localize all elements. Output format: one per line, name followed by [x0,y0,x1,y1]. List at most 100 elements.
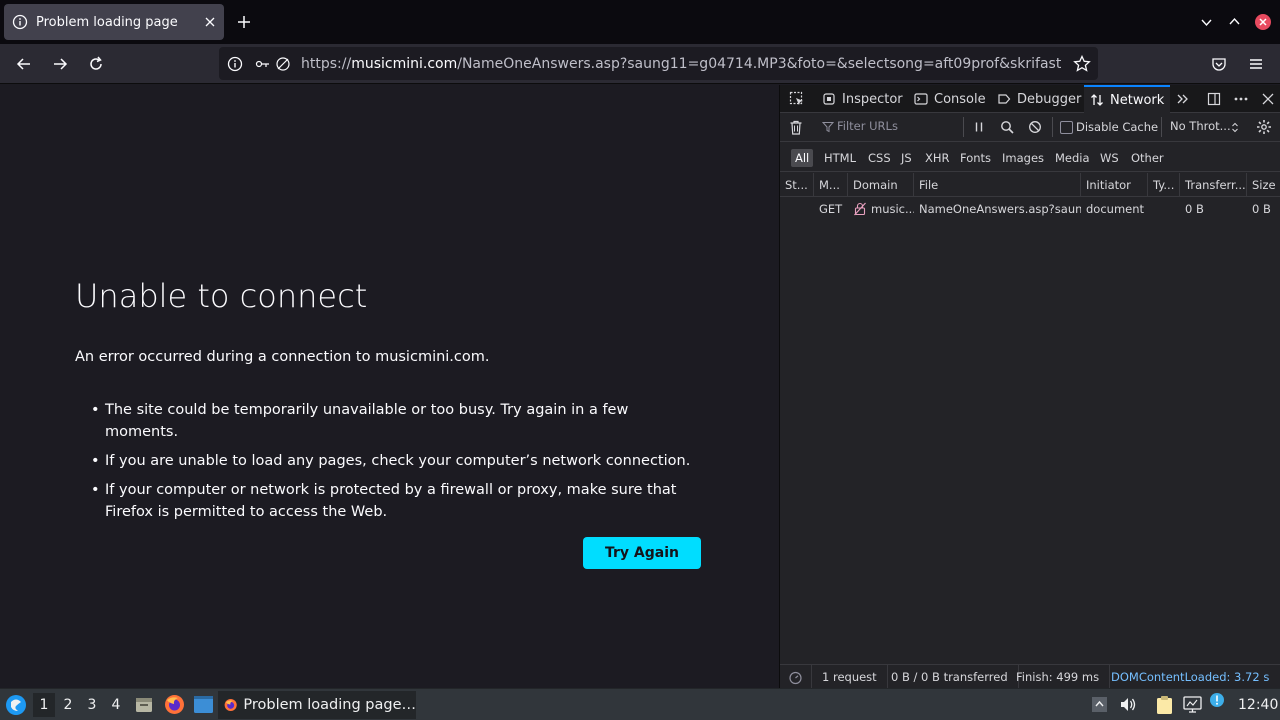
url-text: https://musicmini.com/NameOneAnswers.asp… [301,55,1061,72]
column-domain[interactable]: Domain [848,173,914,197]
devtools-panel: Inspector Console Debugger Network Filte… [779,85,1280,689]
table-row[interactable]: GET music... NameOneAnswers.asp?saung1 d… [780,197,1280,221]
workspace-4[interactable]: 4 [105,693,127,717]
performance-stopwatch-icon[interactable] [780,665,812,689]
taskbar-task-firefox[interactable]: Problem loading page… [218,691,416,719]
type-filter-all[interactable]: All [791,149,814,167]
column-size[interactable]: Size [1247,173,1280,197]
firefox-icon [224,698,237,712]
finish-time: Finish: 499 ms [1006,665,1111,689]
cell-method: GET [819,202,843,216]
taskbar-clock[interactable]: 12:40 [1238,693,1278,717]
type-filter-images[interactable]: Images [998,149,1048,167]
type-filter-media[interactable]: Media [1051,149,1094,167]
tab-title: Problem loading page [36,14,178,30]
chevron-up-icon[interactable] [1228,15,1241,28]
transferred-summary: 0 B / 0 B transferred [881,665,1019,689]
pause-icon[interactable] [973,121,985,133]
block-icon[interactable] [1028,120,1042,134]
type-filter-fonts[interactable]: Fonts [956,149,995,167]
chevron-down-icon[interactable] [1200,16,1213,29]
page-content: Unable to connect An error occurred duri… [0,85,779,688]
column-type[interactable]: Ty... [1148,173,1180,197]
type-filter-js[interactable]: JS [897,149,916,167]
element-picker-icon[interactable] [789,91,805,107]
column-file[interactable]: File [914,173,1081,197]
dom-content-loaded: DOMContentLoaded: 3.72 s [1111,670,1270,684]
tab-active[interactable]: Problem loading page [4,4,224,40]
debugger-icon [998,94,1011,104]
column-status[interactable]: St... [780,173,814,197]
menu-hamburger-icon[interactable] [1248,56,1264,72]
network-display-icon[interactable] [1183,696,1202,713]
column-initiator[interactable]: Initiator [1081,173,1148,197]
network-icon [1091,94,1103,106]
error-description: An error occurred during a connection to… [75,349,490,365]
console-icon [914,93,928,105]
workspace-2[interactable]: 2 [57,693,79,717]
volume-icon[interactable] [1119,696,1137,713]
dock-side-icon[interactable] [1207,92,1221,106]
workspace-3[interactable]: 3 [81,693,103,717]
search-icon[interactable] [1000,120,1014,134]
type-filter-ws[interactable]: WS [1096,149,1123,167]
new-tab-icon[interactable] [236,14,252,30]
more-tools-chevron-icon[interactable] [1176,92,1190,106]
back-arrow-icon[interactable] [16,56,32,72]
cell-transferred: 0 B [1185,202,1204,216]
tracking-protection-icon[interactable] [275,56,291,72]
notification-icon[interactable] [1209,692,1225,708]
url-bar[interactable]: https://musicmini.com/NameOneAnswers.asp… [219,47,1098,80]
divider [1161,117,1162,137]
close-devtools-icon[interactable] [1261,92,1275,106]
column-transferred[interactable]: Transferr... [1180,173,1247,197]
site-info-icon[interactable] [227,56,243,72]
network-status-bar: 1 request 0 B / 0 B transferred Finish: … [780,664,1280,689]
network-filter-bar: Filter URLs Disable Cache No Throt... [780,113,1280,142]
throttling-select[interactable]: No Throt... [1170,119,1231,133]
filter-icon [822,121,834,133]
tab-console[interactable]: Console [908,85,992,113]
terminal-icon[interactable] [193,695,214,714]
gear-icon[interactable] [1256,119,1272,135]
clipboard-icon[interactable] [1155,695,1174,715]
disable-cache-label: Disable Cache [1076,120,1159,134]
cell-domain: music... [848,197,914,221]
type-filter-other[interactable]: Other [1127,149,1168,167]
error-title: Unable to connect [75,277,368,315]
insecure-lock-icon [854,202,866,216]
type-filter-xhr[interactable]: XHR [921,149,954,167]
info-icon [12,14,28,30]
list-item: If your computer or network is protected… [91,479,705,523]
tab-debugger[interactable]: Debugger [991,85,1087,113]
permissions-icon[interactable] [255,56,271,72]
forward-arrow-icon[interactable] [52,56,68,72]
workspace-1[interactable]: 1 [33,693,55,717]
file-manager-icon[interactable] [134,695,154,715]
app-launcher-icon[interactable] [5,694,27,716]
filter-urls-input[interactable]: Filter URLs [837,119,898,133]
type-filter-css[interactable]: CSS [864,149,895,167]
divider [963,117,964,137]
tab-inspector[interactable]: Inspector [816,85,909,113]
tray-expand-icon[interactable] [1091,696,1108,713]
column-method[interactable]: M... [814,173,848,197]
firefox-launcher-icon[interactable] [164,694,185,715]
disable-cache-checkbox[interactable] [1060,121,1073,134]
try-again-button[interactable]: Try Again [583,537,701,569]
pocket-icon[interactable] [1211,56,1227,72]
type-filter-html[interactable]: HTML [820,149,860,167]
navigation-toolbar: https://musicmini.com/NameOneAnswers.asp… [0,44,1280,84]
taskbar: 1 2 3 4 Problem loading page… 12:40 [0,688,1280,720]
close-window-icon[interactable] [1255,14,1271,30]
reload-icon[interactable] [88,56,104,72]
request-count: 1 request [812,665,888,689]
more-options-icon[interactable] [1233,92,1249,106]
bookmark-star-icon[interactable] [1073,55,1091,73]
request-table-header: St... M... Domain File Initiator Ty... T… [780,173,1280,197]
close-tab-icon[interactable] [204,16,216,28]
tab-network[interactable]: Network [1084,85,1171,113]
cell-type [1148,197,1180,221]
tab-strip: Problem loading page [0,0,1280,44]
trash-icon[interactable] [789,120,803,135]
